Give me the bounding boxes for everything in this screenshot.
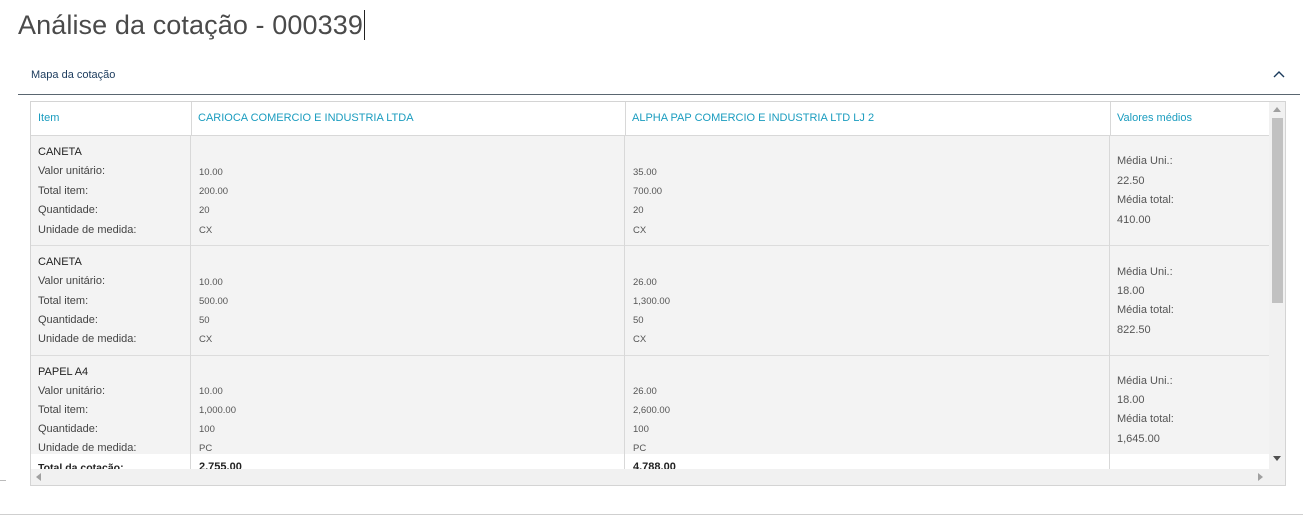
table-header-row: Item CARIOCA COMERCIO E INDUSTRIA LTDA A… <box>31 102 1271 136</box>
column-item <box>31 102 191 470</box>
table-grid: CANETA Valor unitário: Total item: Quant… <box>31 102 1271 474</box>
page-title: Análise da cotação - 000339 <box>18 10 365 41</box>
vertical-scroll-thumb[interactable] <box>1272 118 1283 303</box>
header-divider <box>625 102 626 136</box>
divider <box>0 480 6 481</box>
scroll-down-arrow-icon[interactable] <box>1273 456 1281 462</box>
vertical-scrollbar[interactable] <box>1269 102 1285 470</box>
header-item: Item <box>38 112 60 124</box>
page-title-text: Análise da cotação - 000339 <box>18 10 363 40</box>
header-supplier1[interactable]: CARIOCA COMERCIO E INDUSTRIA LTDA <box>198 112 414 124</box>
header-divider <box>1110 102 1111 136</box>
scroll-up-arrow-icon[interactable] <box>1273 106 1281 112</box>
header-divider <box>191 102 192 136</box>
scroll-corner <box>1269 469 1285 485</box>
collapse-button[interactable] <box>1270 66 1288 84</box>
chevron-up-icon <box>1273 71 1285 78</box>
header-supplier2[interactable]: ALPHA PAP COMERCIO E INDUSTRIA LTD LJ 2 <box>632 112 874 124</box>
text-cursor <box>363 10 365 40</box>
section-header-mapa[interactable]: Mapa da cotação <box>18 60 1300 95</box>
header-averages: Valores médios <box>1117 112 1192 124</box>
section-title: Mapa da cotação <box>31 69 116 81</box>
divider <box>0 514 1303 515</box>
column-supplier2 <box>625 102 1110 470</box>
quotation-map-table: CANETA Valor unitário: Total item: Quant… <box>30 101 1286 486</box>
column-averages <box>1110 102 1271 470</box>
column-supplier1 <box>191 102 625 470</box>
scroll-left-arrow-icon[interactable] <box>35 473 41 481</box>
scroll-right-arrow-icon[interactable] <box>1258 473 1264 481</box>
horizontal-scrollbar[interactable] <box>31 469 1271 485</box>
